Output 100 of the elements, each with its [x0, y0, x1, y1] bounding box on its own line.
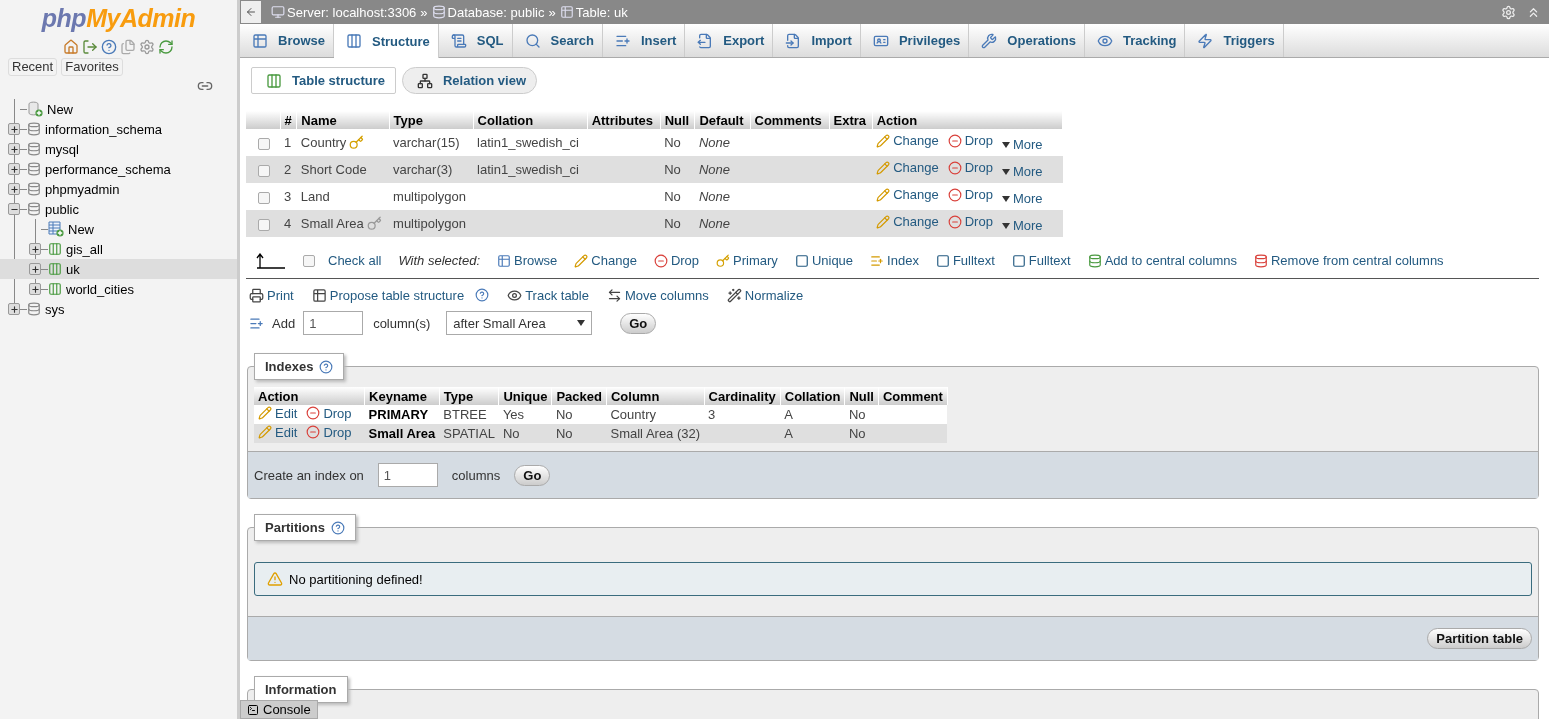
exit-icon[interactable] [82, 39, 98, 55]
tab[interactable]: Insert [602, 24, 686, 57]
tree-item[interactable]: phpmyadmin [0, 179, 237, 199]
expand-icon[interactable] [8, 183, 20, 195]
tool-link[interactable]: Move columns [606, 287, 709, 303]
action-link[interactable]: Drop [947, 187, 993, 202]
check-all-link[interactable]: Check all [328, 253, 382, 268]
table-cell: No [660, 156, 695, 183]
tool-link[interactable]: Print [249, 287, 294, 303]
tree-item[interactable]: performance_schema [0, 159, 237, 179]
tab[interactable]: Browse [240, 24, 334, 57]
expand-icon[interactable] [8, 123, 20, 135]
action-link[interactable]: Change [876, 187, 939, 202]
tab[interactable]: Structure [333, 24, 439, 58]
help-icon[interactable] [330, 520, 345, 535]
action-link[interactable]: Drop [306, 424, 352, 440]
action-link[interactable]: Change [876, 214, 939, 229]
sub-tab[interactable]: Relation view [401, 67, 538, 94]
bulk-action-link[interactable]: Fulltext [935, 253, 995, 268]
tree-item[interactable]: mysql [0, 139, 237, 159]
action-link[interactable]: Change [876, 160, 939, 175]
tree-item[interactable]: New [0, 219, 237, 239]
help-icon[interactable] [319, 359, 334, 374]
tool-link[interactable]: Track table [507, 287, 589, 303]
action-link[interactable]: Edit [258, 405, 298, 421]
tree-item[interactable]: world_cities [0, 279, 237, 299]
tab[interactable]: Operations [969, 24, 1085, 57]
action-link[interactable]: Drop [947, 133, 993, 148]
action-link[interactable]: More [1001, 164, 1043, 179]
file-output-icon [697, 32, 714, 49]
action-link[interactable]: Edit [258, 424, 298, 440]
bulk-action-link[interactable]: Change [574, 253, 637, 268]
go-button[interactable]: Go [514, 464, 551, 486]
tool-link[interactable]: Normalize [726, 287, 804, 303]
bulk-action-link[interactable]: Index [870, 253, 919, 268]
back-button[interactable] [241, 1, 261, 23]
tab[interactable]: Export [685, 24, 774, 57]
table-cell: BTREE [439, 405, 499, 424]
reload-icon[interactable] [158, 39, 174, 55]
check-all-checkbox[interactable] [303, 254, 315, 267]
expand-icon[interactable] [8, 163, 20, 175]
documents-icon[interactable] [120, 39, 136, 55]
expand-icon[interactable] [8, 303, 20, 315]
row-checkbox[interactable] [258, 164, 270, 177]
partition-table-button[interactable]: Partition table [1427, 628, 1532, 649]
tree-item[interactable]: information_schema [0, 119, 237, 139]
tree-item[interactable]: New [0, 99, 237, 119]
console-tab[interactable]: Console [240, 700, 318, 719]
expand-icon[interactable] [8, 143, 20, 155]
sub-tab[interactable]: Table structure [251, 67, 396, 94]
bulk-action-link[interactable]: Unique [794, 253, 854, 268]
action-link[interactable]: More [1001, 191, 1043, 206]
breadcrumb-link[interactable]: Server: localhost:3306 [271, 4, 417, 20]
square-icon [935, 253, 950, 268]
action-link[interactable]: More [1001, 218, 1043, 233]
action-link[interactable]: Drop [947, 214, 993, 229]
breadcrumb-link[interactable]: Database: public [431, 4, 545, 20]
tab[interactable]: Triggers [1185, 24, 1284, 57]
help-icon[interactable] [101, 39, 117, 55]
action-link[interactable]: More [1001, 137, 1043, 152]
bulk-action-link[interactable]: Primary [716, 253, 778, 268]
list-tab[interactable]: Recent [8, 58, 58, 76]
collapse-icon[interactable] [8, 203, 20, 215]
table-cell: None [695, 183, 751, 210]
position-select[interactable]: after Small Area [446, 311, 593, 335]
settings-icon[interactable] [139, 39, 155, 55]
action-link[interactable]: Drop [306, 405, 352, 421]
tree-item[interactable]: public [0, 199, 237, 219]
tab[interactable]: Search [512, 24, 603, 57]
bulk-action-link[interactable]: Browse [497, 253, 558, 268]
action-link[interactable]: Drop [947, 160, 993, 175]
tree-item[interactable]: uk [0, 259, 237, 279]
list-tab[interactable]: Favorites [61, 58, 123, 76]
tab[interactable]: SQL [438, 24, 513, 57]
tab[interactable]: Import [773, 24, 861, 57]
row-checkbox[interactable] [258, 191, 270, 204]
index-columns-input[interactable]: 1 [377, 463, 438, 487]
row-checkbox[interactable] [258, 218, 270, 231]
tree-item[interactable]: sys [0, 299, 237, 319]
expand-icon[interactable] [29, 243, 41, 255]
home-icon[interactable] [63, 39, 79, 55]
tab[interactable]: Tracking [1084, 24, 1186, 57]
breadcrumb-link[interactable]: Table: uk [559, 4, 628, 20]
go-button[interactable]: Go [620, 312, 657, 334]
logo[interactable]: phpMyAdmin [0, 0, 237, 33]
expand-icon[interactable] [29, 263, 41, 275]
tab[interactable]: Privileges [860, 24, 970, 57]
tool-link[interactable]: Propose table structure [311, 287, 465, 303]
help-icon[interactable] [475, 288, 490, 302]
column-count-input[interactable]: 1 [303, 311, 364, 335]
bulk-action-link[interactable]: Add to central columns [1087, 253, 1237, 268]
column-header: Type [439, 387, 499, 405]
minus-circle-icon [947, 187, 962, 202]
bulk-action-link[interactable]: Drop [653, 253, 700, 268]
action-link[interactable]: Change [876, 133, 939, 148]
bulk-action-link[interactable]: Remove from central columns [1253, 253, 1444, 268]
bulk-action-link[interactable]: Fulltext [1011, 253, 1071, 268]
tree-item[interactable]: gis_all [0, 239, 237, 259]
row-checkbox[interactable] [258, 137, 270, 150]
expand-icon[interactable] [29, 283, 41, 295]
